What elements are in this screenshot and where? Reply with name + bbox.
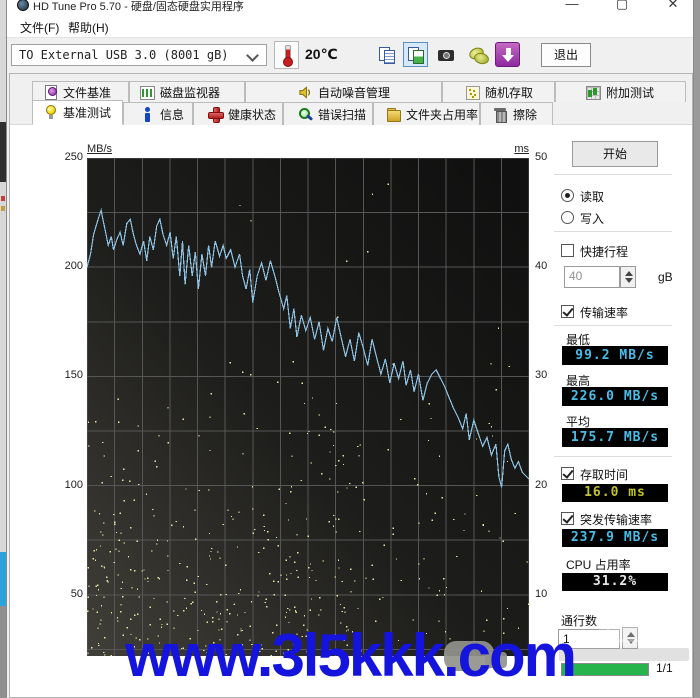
short-stroke-checkbox[interactable] xyxy=(561,244,574,257)
drive-select-value: TO External USB 3.0 (8001 gB) xyxy=(19,48,229,62)
main-panel: 文件基准 磁盘监视器 自动噪音管理 随机存取 附加测试 基准测试 信息 健康状态 xyxy=(9,73,693,698)
average-value: 175.7 MB/s xyxy=(562,428,668,447)
transfer-rate-checkbox[interactable] xyxy=(561,305,574,318)
health-cross-icon xyxy=(208,107,223,122)
hands-icon[interactable] xyxy=(465,42,490,67)
chevron-down-icon xyxy=(246,49,259,62)
write-radio[interactable] xyxy=(561,211,574,224)
speaker-icon xyxy=(298,85,313,100)
info-icon xyxy=(140,107,155,122)
menu-bar: 文件(F) 帮助(H) xyxy=(7,13,693,38)
burst-rate-label: 突发传输速率 xyxy=(580,511,652,528)
separator xyxy=(554,231,672,232)
capacity-input[interactable]: 40 xyxy=(564,266,620,288)
download-icon[interactable] xyxy=(495,42,520,67)
tab-folder-usage[interactable]: 文件夹占用率 xyxy=(373,102,480,125)
burst-rate-checkbox[interactable] xyxy=(561,512,574,525)
tab-disk-monitor[interactable]: 磁盘监视器 xyxy=(129,81,245,102)
watermark-text: www.3l5kkk.com xyxy=(0,626,700,686)
title-bar: HD Tune Pro 5.70 - 硬盘/固态硬盘实用程序 — ▢ ✕ xyxy=(7,0,693,13)
capacity-stepper[interactable] xyxy=(620,266,636,288)
trash-icon xyxy=(493,107,508,122)
camera-icon[interactable] xyxy=(433,42,458,67)
copy-image-icon[interactable] xyxy=(403,42,428,67)
background-fragment xyxy=(1,196,5,201)
menu-file[interactable]: 文件(F) xyxy=(15,17,64,38)
cpu-usage-value: 31.2% xyxy=(562,573,668,591)
minimize-button[interactable]: — xyxy=(557,0,587,12)
file-benchmark-icon xyxy=(43,85,58,100)
toolbar: TO External USB 3.0 (8001 gB) 20℃ 退出 xyxy=(7,38,693,73)
access-time-value: 16.0 ms xyxy=(562,484,668,502)
app-window: HD Tune Pro 5.70 - 硬盘/固态硬盘实用程序 — ▢ ✕ 文件(… xyxy=(6,0,694,698)
separator xyxy=(554,325,672,326)
extra-tests-icon xyxy=(586,85,601,100)
short-stroke-label: 快捷行程 xyxy=(580,243,628,260)
tab-info[interactable]: 信息 xyxy=(123,102,193,125)
cpu-usage-label: CPU 占用率 xyxy=(566,556,631,573)
app-icon xyxy=(17,0,29,11)
start-button[interactable]: 开始 xyxy=(572,141,658,167)
read-label: 读取 xyxy=(580,188,604,205)
disk-monitor-icon xyxy=(140,85,155,100)
left-axis-unit: MB/s xyxy=(87,143,112,155)
right-axis-unit: ms xyxy=(489,143,529,155)
transfer-rate-label: 传输速率 xyxy=(580,304,628,321)
tab-erase[interactable]: 擦除 xyxy=(480,102,553,125)
capacity-unit: gB xyxy=(658,270,673,284)
left-axis-ticks: 25020015010050 xyxy=(43,158,83,656)
drive-select[interactable]: TO External USB 3.0 (8001 gB) xyxy=(11,44,267,66)
tab-benchmark[interactable]: 基准测试 xyxy=(32,100,123,125)
magnifier-icon xyxy=(298,107,313,122)
separator xyxy=(554,174,672,175)
folder-icon xyxy=(386,107,401,122)
burst-rate-value: 237.9 MB/s xyxy=(562,529,668,547)
read-radio[interactable] xyxy=(561,189,574,202)
tab-error-scan[interactable]: 错误扫描 xyxy=(283,102,373,125)
write-label: 写入 xyxy=(580,210,604,227)
tab-extra-tests[interactable]: 附加测试 xyxy=(555,81,686,102)
thermometer-icon[interactable] xyxy=(274,41,299,69)
exit-button[interactable]: 退出 xyxy=(541,43,591,67)
window-title: HD Tune Pro 5.70 - 硬盘/固态硬盘实用程序 xyxy=(33,0,244,13)
separator xyxy=(554,456,672,457)
maximum-value: 226.0 MB/s xyxy=(562,387,668,406)
access-time-checkbox[interactable] xyxy=(561,467,574,480)
access-time-label: 存取时间 xyxy=(580,466,628,483)
minimum-value: 99.2 MB/s xyxy=(562,346,668,365)
random-access-icon xyxy=(465,85,480,100)
bulb-icon xyxy=(43,105,58,120)
tab-random-access[interactable]: 随机存取 xyxy=(442,81,555,102)
background-fragment xyxy=(1,206,5,211)
tab-file-benchmark[interactable]: 文件基准 xyxy=(32,81,129,102)
maximize-button[interactable]: ▢ xyxy=(607,0,637,12)
copy-text-icon[interactable] xyxy=(374,42,399,67)
menu-help[interactable]: 帮助(H) xyxy=(63,17,114,38)
close-button[interactable]: ✕ xyxy=(658,0,688,12)
tab-noise-management[interactable]: 自动噪音管理 xyxy=(245,81,442,102)
tab-health[interactable]: 健康状态 xyxy=(193,102,283,125)
temperature-value: 20℃ xyxy=(305,46,338,63)
benchmark-chart xyxy=(87,158,529,656)
